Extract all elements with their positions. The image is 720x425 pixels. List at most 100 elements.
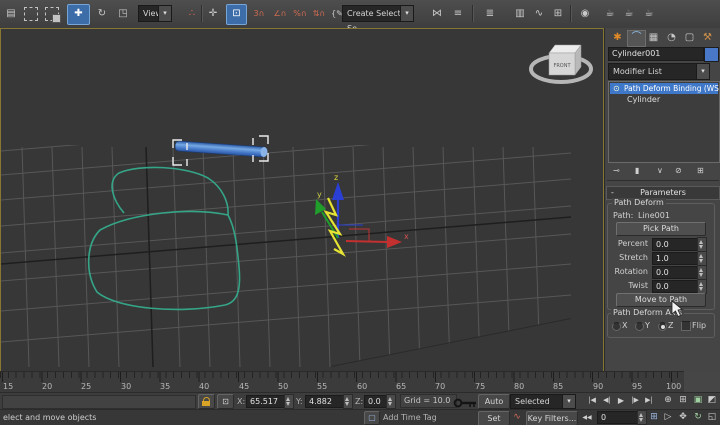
select-and-rotate-icon[interactable]: ↻ [93, 4, 111, 23]
stretch-field[interactable]: 1.0 [652, 252, 699, 265]
perspective-viewport[interactable]: z y x FRONT [0, 28, 604, 372]
time-configuration-button[interactable]: ⊞ [647, 411, 661, 424]
layer-manager-icon[interactable]: ≣ [481, 4, 499, 23]
zoom-extents-button[interactable]: ▣ [691, 394, 705, 407]
rotation-field[interactable]: 0.0 [652, 266, 699, 279]
axis-y-radio[interactable] [635, 322, 644, 331]
coord-y-spinner[interactable] [343, 394, 353, 409]
schematic-view-icon[interactable]: ⊞ [549, 4, 567, 23]
current-frame-spinner[interactable] [637, 410, 647, 425]
previous-frame-button[interactable]: ◀| [600, 394, 614, 407]
selection-lock-toggle[interactable] [198, 394, 215, 409]
go-to-end-button[interactable]: ▶| [642, 394, 656, 407]
zoom-region-button[interactable]: ▷ [661, 411, 675, 424]
new-key-settings-icon[interactable]: ∿ [510, 411, 524, 424]
absolute-mode-toggle[interactable]: ⊡ [217, 394, 234, 409]
select-by-name-icon[interactable]: ▤ [2, 4, 20, 23]
rotation-spinner[interactable] [697, 265, 707, 280]
object-color-swatch[interactable] [704, 47, 719, 62]
axis-z-radio[interactable] [658, 322, 667, 331]
rendered-frame-window-icon[interactable]: ☕ [620, 4, 638, 23]
align-icon[interactable]: ≡ [449, 4, 467, 23]
curve-editor-icon[interactable]: ∿ [530, 4, 548, 23]
current-frame-field[interactable]: 0 [597, 411, 640, 424]
render-production-icon[interactable]: ☕ [640, 4, 658, 23]
add-time-tag[interactable]: Add Time Tag [383, 413, 437, 422]
zoom-button[interactable]: ⊕ [661, 394, 675, 407]
select-and-manipulate-icon[interactable]: ✛ [204, 4, 222, 23]
snap-3d-icon[interactable]: 3∩ [249, 4, 269, 23]
tab-display[interactable]: ▢ [681, 30, 698, 45]
tab-motion[interactable]: ◔ [663, 30, 680, 45]
chevron-down-icon[interactable]: ▾ [400, 6, 413, 21]
coord-y-field[interactable]: 4.882 [305, 395, 346, 408]
snaps-toggle-icon[interactable]: ⊡ [226, 4, 247, 25]
selection-filter-dropdown[interactable]: Selected ▾ [510, 394, 576, 409]
pin-stack-icon[interactable]: ⊸ [613, 166, 620, 175]
track-bar-timeline[interactable]: 15 20 25 30 35 40 45 50 55 60 65 70 75 8… [0, 371, 684, 393]
angle-snap-icon[interactable]: ∠∩ [270, 4, 290, 23]
go-to-start-button[interactable]: |◀ [585, 394, 599, 407]
modifier-stack-row-label[interactable]: Path Deform Binding (WS [624, 83, 719, 94]
percent-field[interactable]: 0.0 [652, 238, 699, 251]
mirror-icon[interactable]: ⋈ [428, 4, 446, 23]
maximize-viewport-toggle[interactable]: ◱ [705, 411, 719, 424]
lightbulb-icon[interactable]: ⊙ [613, 83, 620, 94]
modifier-stack-base-row[interactable]: Cylinder [627, 95, 660, 104]
coord-z-spinner[interactable] [386, 394, 396, 409]
auto-key-button[interactable]: Auto Key [478, 394, 510, 409]
percent-spinner[interactable] [697, 237, 707, 252]
set-key-mode-key-icon[interactable] [453, 397, 477, 409]
render-setup-icon[interactable]: ☕ [601, 4, 619, 23]
pick-path-button[interactable]: Pick Path [616, 222, 706, 236]
object-name-field[interactable]: Cylinder001 [608, 47, 704, 61]
percent-snap-icon[interactable]: %∩ [290, 4, 310, 23]
set-key-button[interactable]: Set Key [478, 411, 510, 425]
twist-spinner[interactable] [697, 279, 707, 294]
modifier-list-dropdown[interactable]: Modifier List ▾ [608, 63, 710, 80]
key-mode-toggle[interactable]: ◀◀ [580, 411, 594, 424]
flip-checkbox[interactable] [681, 321, 691, 331]
select-and-scale-icon[interactable]: ◳ [114, 4, 132, 23]
use-pivot-center-icon[interactable]: ∴ [183, 4, 201, 23]
transform-gizmo[interactable]: z y x [315, 173, 409, 254]
move-to-path-button[interactable]: Move to Path [616, 293, 706, 307]
modifier-stack-selected-row[interactable]: ⊙ Path Deform Binding (WS [610, 83, 718, 94]
configure-modifier-sets-icon[interactable]: ⊞ [697, 166, 704, 175]
chevron-down-icon[interactable]: ▾ [158, 6, 171, 21]
adaptive-degradation-toggle[interactable]: ▢ [364, 411, 380, 425]
tab-hierarchy[interactable]: ▦ [645, 30, 662, 45]
remove-modifier-icon[interactable]: ⊘ [675, 166, 682, 175]
select-and-move-icon[interactable]: ✚ [67, 4, 90, 25]
zoom-extents-all-button[interactable]: ◩ [705, 394, 719, 407]
key-filters-button[interactable]: Key Filters... [526, 411, 578, 425]
coord-x-spinner[interactable] [284, 394, 294, 409]
reference-coordinate-dropdown[interactable]: View ▾ [138, 5, 172, 22]
viewcube[interactable]: FRONT [531, 45, 591, 82]
chevron-down-icon[interactable]: ▾ [562, 395, 575, 408]
twist-field[interactable]: 0.0 [652, 280, 699, 293]
stretch-spinner[interactable] [697, 251, 707, 266]
rectangular-selection-icon[interactable] [24, 7, 38, 21]
coord-x-field[interactable]: 65.517 [246, 395, 287, 408]
window-crossing-icon[interactable] [45, 7, 59, 21]
line001-spline[interactable] [89, 167, 240, 309]
play-button[interactable]: ▶ [614, 394, 628, 407]
graphite-modeling-tools-icon[interactable]: ▥ [511, 4, 529, 23]
tab-modify[interactable]: ⌒ [627, 30, 646, 47]
pan-view-button[interactable]: ✥ [676, 411, 690, 424]
material-editor-icon[interactable]: ◉ [576, 4, 594, 23]
zoom-all-button[interactable]: ⊞ [676, 394, 690, 407]
named-selection-sets-dropdown[interactable]: Create Selection Se ▾ [342, 5, 414, 22]
track-bar-strip[interactable] [2, 395, 196, 409]
chevron-down-icon[interactable]: ▾ [696, 64, 709, 79]
cylinder001-object[interactable] [175, 141, 268, 157]
tab-utilities[interactable]: ⚒ [699, 30, 716, 45]
orbit-button[interactable]: ↻ [691, 411, 705, 424]
next-frame-button[interactable]: |▶ [628, 394, 642, 407]
tab-create[interactable]: ✱ [609, 30, 626, 45]
make-unique-icon[interactable]: ∨ [657, 166, 663, 175]
show-end-result-icon[interactable]: ▮ [635, 166, 639, 175]
spinner-snap-icon[interactable]: ⇅∩ [309, 4, 329, 23]
axis-x-radio[interactable] [612, 322, 621, 331]
